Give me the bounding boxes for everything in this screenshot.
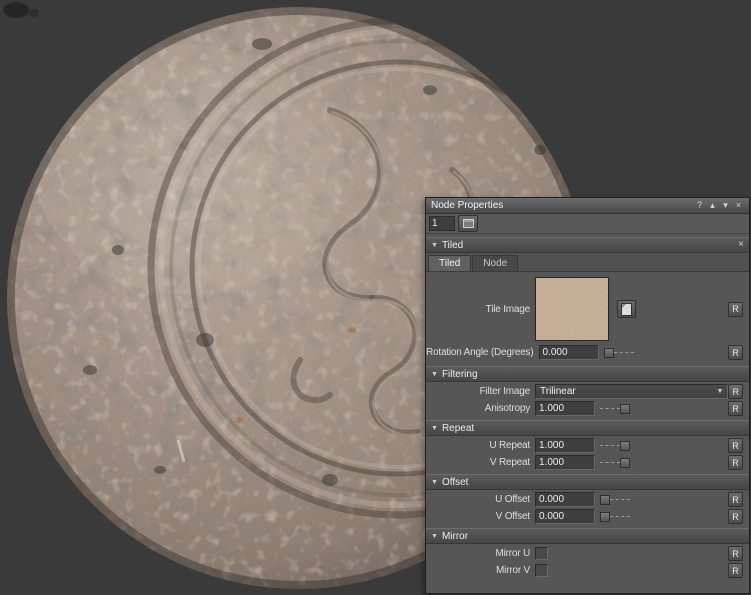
tab-tiled[interactable]: Tiled [428, 255, 471, 271]
v-offset-value-field[interactable]: 0.000 [535, 509, 595, 524]
anisotropy-label: Anisotropy [426, 403, 535, 414]
property-row-u-repeat: U Repeat 1.000 R [426, 438, 743, 453]
slider-knob[interactable] [604, 348, 614, 358]
property-row-v-repeat: V Repeat 1.000 R [426, 455, 743, 470]
property-row-anisotropy: Anisotropy 1.000 R [426, 401, 743, 416]
collapse-up-icon[interactable]: ▴ [707, 200, 718, 211]
anisotropy-slider[interactable] [600, 404, 630, 413]
section-header-filtering[interactable]: ▼ Filtering [426, 366, 749, 382]
property-row-u-offset: U Offset 0.000 R [426, 492, 743, 507]
close-icon[interactable]: × [733, 200, 744, 211]
u-offset-label: U Offset [426, 494, 535, 505]
section-title-mirror: Mirror [442, 531, 468, 542]
file-icon [621, 303, 632, 316]
property-row-filter-image: Filter Image Trilinear ▼ R [426, 384, 743, 399]
tile-image-row: Tile Image R [426, 277, 743, 341]
u-repeat-slider[interactable] [600, 441, 630, 450]
chevron-down-icon: ▼ [717, 388, 724, 395]
property-row-mirror-u: Mirror U R [426, 546, 743, 561]
tiled-close-icon[interactable]: × [738, 240, 744, 250]
rotation-slider[interactable] [604, 348, 634, 357]
anisotropy-value-field[interactable]: 1.000 [535, 401, 595, 416]
u-repeat-label: U Repeat [426, 440, 535, 451]
slider-knob[interactable] [620, 404, 630, 414]
mirror-u-label: Mirror U [426, 548, 535, 559]
v-repeat-value-field[interactable]: 1.000 [535, 455, 595, 470]
form-view-icon [463, 219, 474, 228]
collapse-down-icon[interactable]: ▾ [720, 200, 731, 211]
u-offset-slider[interactable] [600, 495, 630, 504]
node-properties-panel: Node Properties ? ▴ ▾ × ▼ Tiled × Tiled … [425, 197, 750, 594]
filter-image-value: Trilinear [540, 386, 576, 397]
section-title-repeat: Repeat [442, 423, 474, 434]
section-title-tiled: Tiled [442, 240, 463, 251]
tab-node[interactable]: Node [472, 255, 518, 271]
panel-titlebar[interactable]: Node Properties ? ▴ ▾ × [426, 198, 749, 214]
mirror-u-checkbox[interactable] [535, 547, 548, 560]
rotation-value-field[interactable]: 0.000 [539, 345, 599, 360]
reset-button-v-offset[interactable]: R [728, 509, 743, 524]
tile-image-thumbnail[interactable] [535, 277, 609, 341]
rotation-label: Rotation Angle (Degrees) [426, 347, 539, 358]
panel-title: Node Properties [431, 200, 692, 211]
reset-button-tile-image[interactable]: R [728, 302, 743, 317]
disclosure-triangle-icon: ▼ [431, 479, 438, 486]
reset-button-rotation[interactable]: R [728, 345, 743, 360]
v-offset-slider[interactable] [600, 512, 630, 521]
reset-button-u-offset[interactable]: R [728, 492, 743, 507]
section-title-filtering: Filtering [442, 369, 478, 380]
reset-button-anisotropy[interactable]: R [728, 401, 743, 416]
disclosure-triangle-icon: ▼ [431, 371, 438, 378]
index-row [426, 214, 749, 234]
reset-button-u-repeat[interactable]: R [728, 438, 743, 453]
v-repeat-slider[interactable] [600, 458, 630, 467]
section-header-tiled[interactable]: ▼ Tiled × [426, 237, 749, 253]
section-header-offset[interactable]: ▼ Offset [426, 474, 749, 490]
property-row-rotation: Rotation Angle (Degrees) 0.000 R [426, 345, 743, 360]
v-repeat-label: V Repeat [426, 457, 535, 468]
property-row-mirror-v: Mirror V R [426, 563, 743, 578]
slider-knob[interactable] [620, 458, 630, 468]
filter-image-label: Filter Image [426, 386, 535, 397]
load-image-button[interactable] [617, 300, 636, 318]
mirror-v-label: Mirror V [426, 565, 535, 576]
section-header-mirror[interactable]: ▼ Mirror [426, 528, 749, 544]
section-header-repeat[interactable]: ▼ Repeat [426, 420, 749, 436]
disclosure-triangle-icon: ▼ [431, 533, 438, 540]
tab-bar: Tiled Node [426, 253, 749, 272]
slider-knob[interactable] [600, 512, 610, 522]
u-offset-value-field[interactable]: 0.000 [535, 492, 595, 507]
reset-button-mirror-v[interactable]: R [728, 563, 743, 578]
slider-knob[interactable] [620, 441, 630, 451]
mirror-v-checkbox[interactable] [535, 564, 548, 577]
reset-button-mirror-u[interactable]: R [728, 546, 743, 561]
v-offset-label: V Offset [426, 511, 535, 522]
reset-button-v-repeat[interactable]: R [728, 455, 743, 470]
form-view-button[interactable] [458, 215, 478, 232]
reset-button-filter-image[interactable]: R [728, 384, 743, 399]
property-row-v-offset: V Offset 0.000 R [426, 509, 743, 524]
disclosure-triangle-icon: ▼ [431, 425, 438, 432]
background-debris [3, 2, 39, 18]
disclosure-triangle-icon: ▼ [431, 242, 438, 249]
tile-image-label: Tile Image [426, 304, 535, 315]
help-icon[interactable]: ? [694, 200, 705, 211]
u-repeat-value-field[interactable]: 1.000 [535, 438, 595, 453]
section-title-offset: Offset [442, 477, 469, 488]
slider-knob[interactable] [600, 495, 610, 505]
filter-image-dropdown[interactable]: Trilinear ▼ [535, 384, 728, 399]
index-input[interactable] [429, 216, 455, 231]
